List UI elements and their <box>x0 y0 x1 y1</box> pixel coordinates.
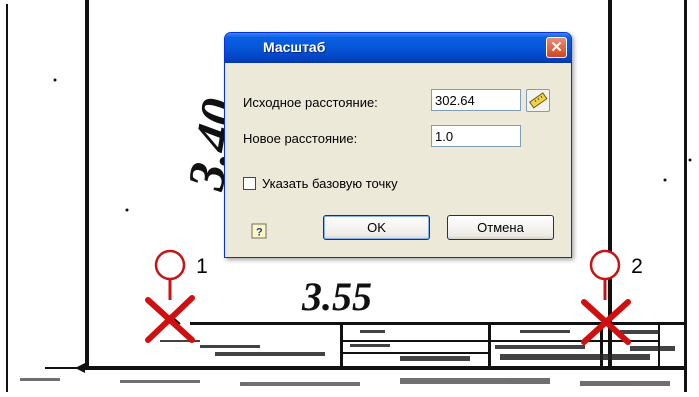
help-icon[interactable]: ? <box>251 223 267 239</box>
base-point-label: Указать базовую точку <box>262 176 398 191</box>
ok-button[interactable]: OK <box>323 215 430 240</box>
marker-badge-1: 1 <box>154 249 208 281</box>
dialog-title: Масштаб <box>263 39 326 55</box>
source-distance-label: Исходное расстояние: <box>243 95 378 110</box>
close-button[interactable]: ✕ <box>546 37 567 58</box>
ruler-icon <box>529 92 548 109</box>
new-distance-input[interactable] <box>431 125 521 147</box>
close-icon: ✕ <box>550 39 563 56</box>
new-distance-label: Новое расстояние: <box>243 131 358 146</box>
scale-dialog: Масштаб ✕ Исходное расстояние: Новое рас… <box>224 32 572 258</box>
source-distance-input[interactable] <box>431 89 521 111</box>
measure-distance-button[interactable] <box>526 89 550 112</box>
drawing-canvas: 3.40 3.55 1 2 Масштаб ✕ Исходное расстоя <box>0 0 699 392</box>
base-point-checkbox[interactable] <box>243 177 256 190</box>
dialog-titlebar[interactable]: Масштаб ✕ <box>225 33 571 63</box>
marker-badge-2: 2 <box>589 249 643 281</box>
cancel-button[interactable]: Отмена <box>447 215 554 240</box>
svg-text:?: ? <box>256 227 263 239</box>
dimension-horizontal: 3.55 <box>301 274 372 319</box>
